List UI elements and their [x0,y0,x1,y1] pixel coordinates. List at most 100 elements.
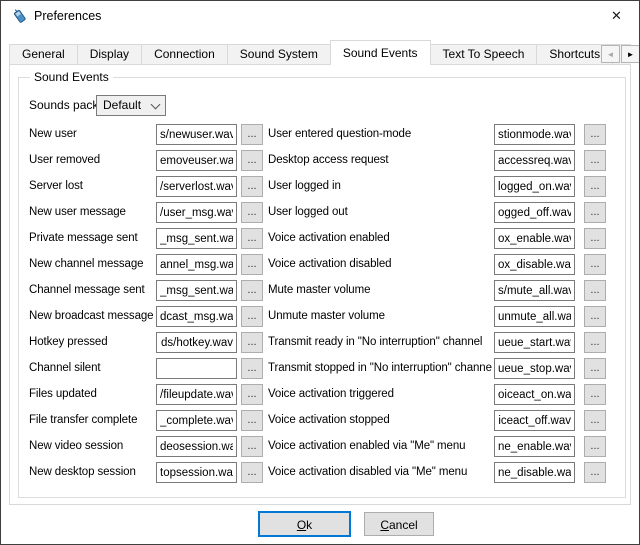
sound-file-input-right-5[interactable] [494,254,575,275]
sound-file-input-left-7[interactable] [156,306,237,327]
sound-event-label-left-3: New user message [29,202,155,223]
sound-event-label-right-7: Unmute master volume [268,306,492,327]
sound-event-label-left-0: New user [29,124,155,145]
sound-file-input-right-6[interactable] [494,280,575,301]
sound-event-label-right-2: User logged in [268,176,492,197]
cancel-button[interactable]: Cancel [364,512,434,536]
sound-file-input-right-0[interactable] [494,124,575,145]
browse-button-right-8[interactable]: ... [584,332,606,353]
browse-button-right-2[interactable]: ... [584,176,606,197]
sound-file-input-left-2[interactable] [156,176,237,197]
browse-button-left-5[interactable]: ... [241,254,263,275]
browse-button-right-10[interactable]: ... [584,384,606,405]
sound-file-input-left-9[interactable] [156,358,237,379]
sound-file-input-right-3[interactable] [494,202,575,223]
sound-event-label-right-0: User entered question-mode [268,124,492,145]
browse-button-right-5[interactable]: ... [584,254,606,275]
sound-event-label-right-13: Voice activation disabled via "Me" menu [268,462,492,483]
sound-file-input-right-9[interactable] [494,358,575,379]
sound-file-input-left-8[interactable] [156,332,237,353]
browse-button-left-4[interactable]: ... [241,228,263,249]
sound-event-label-left-5: New channel message [29,254,155,275]
tab-sound-system[interactable]: Sound System [227,44,331,65]
preferences-dialog: Preferences ✕ GeneralDisplayConnectionSo… [0,0,640,545]
sound-file-input-left-6[interactable] [156,280,237,301]
browse-button-left-2[interactable]: ... [241,176,263,197]
tab-general[interactable]: General [9,44,78,65]
browse-button-right-11[interactable]: ... [584,410,606,431]
browse-button-right-13[interactable]: ... [584,462,606,483]
sound-event-label-left-11: File transfer complete [29,410,155,431]
sound-event-label-right-1: Desktop access request [268,150,492,171]
browse-button-left-9[interactable]: ... [241,358,263,379]
sound-event-label-right-10: Voice activation triggered [268,384,492,405]
tab-scroll-right-icon[interactable]: ► [621,45,640,63]
browse-button-left-12[interactable]: ... [241,436,263,457]
sound-file-input-right-4[interactable] [494,228,575,249]
sound-event-label-right-4: Voice activation enabled [268,228,492,249]
browse-button-left-10[interactable]: ... [241,384,263,405]
sound-file-input-left-3[interactable] [156,202,237,223]
sound-file-input-right-1[interactable] [494,150,575,171]
tab-connection[interactable]: Connection [141,44,228,65]
tab-scroll-left-icon[interactable]: ◄ [601,45,620,63]
browse-button-right-12[interactable]: ... [584,436,606,457]
app-icon [11,8,27,24]
sound-event-label-left-2: Server lost [29,176,155,197]
sound-file-input-left-5[interactable] [156,254,237,275]
browse-button-left-11[interactable]: ... [241,410,263,431]
browse-button-right-6[interactable]: ... [584,280,606,301]
sound-event-label-right-5: Voice activation disabled [268,254,492,275]
sound-event-label-left-6: Channel message sent [29,280,155,301]
sound-file-input-right-12[interactable] [494,436,575,457]
sound-event-label-left-13: New desktop session [29,462,155,483]
sound-file-input-right-11[interactable] [494,410,575,431]
browse-button-right-4[interactable]: ... [584,228,606,249]
sound-event-label-left-7: New broadcast message [29,306,155,327]
sound-file-input-left-13[interactable] [156,462,237,483]
sound-event-label-right-11: Voice activation stopped [268,410,492,431]
sound-file-input-left-12[interactable] [156,436,237,457]
browse-button-left-3[interactable]: ... [241,202,263,223]
groupbox-title: Sound Events [30,70,113,84]
browse-button-left-1[interactable]: ... [241,150,263,171]
browse-button-left-0[interactable]: ... [241,124,263,145]
tab-text-to-speech[interactable]: Text To Speech [430,44,538,65]
chevron-down-icon [151,100,161,110]
sound-file-input-right-7[interactable] [494,306,575,327]
sound-events-tab-page: Sound Events Sounds pack Default New use… [9,64,631,505]
close-icon[interactable]: ✕ [594,1,639,31]
window-title: Preferences [34,1,101,31]
browse-button-right-9[interactable]: ... [584,358,606,379]
tab-display[interactable]: Display [77,44,142,65]
sound-file-input-left-1[interactable] [156,150,237,171]
ok-button[interactable]: Ok [258,511,351,537]
sound-event-label-right-9: Transmit stopped in "No interruption" ch… [268,358,492,379]
sound-event-label-left-8: Hotkey pressed [29,332,155,353]
sound-file-input-left-11[interactable] [156,410,237,431]
sound-file-input-left-4[interactable] [156,228,237,249]
sound-event-label-left-12: New video session [29,436,155,457]
sound-event-label-left-10: Files updated [29,384,155,405]
tab-sound-events[interactable]: Sound Events [330,40,431,65]
sound-event-label-right-12: Voice activation enabled via "Me" menu [268,436,492,457]
browse-button-left-6[interactable]: ... [241,280,263,301]
sound-file-input-left-10[interactable] [156,384,237,405]
browse-button-right-3[interactable]: ... [584,202,606,223]
browse-button-left-13[interactable]: ... [241,462,263,483]
sound-file-input-right-10[interactable] [494,384,575,405]
sound-file-input-left-0[interactable] [156,124,237,145]
sound-file-input-right-13[interactable] [494,462,575,483]
browse-button-left-8[interactable]: ... [241,332,263,353]
sound-file-input-right-8[interactable] [494,332,575,353]
browse-button-left-7[interactable]: ... [241,306,263,327]
browse-button-right-1[interactable]: ... [584,150,606,171]
sounds-pack-combobox[interactable]: Default [96,95,166,116]
browse-button-right-0[interactable]: ... [584,124,606,145]
browse-button-right-7[interactable]: ... [584,306,606,327]
sound-event-label-right-3: User logged out [268,202,492,223]
sound-file-input-right-2[interactable] [494,176,575,197]
tab-strip: GeneralDisplayConnectionSound SystemSoun… [9,38,631,65]
titlebar[interactable]: Preferences ✕ [1,1,639,31]
sound-event-label-right-6: Mute master volume [268,280,492,301]
